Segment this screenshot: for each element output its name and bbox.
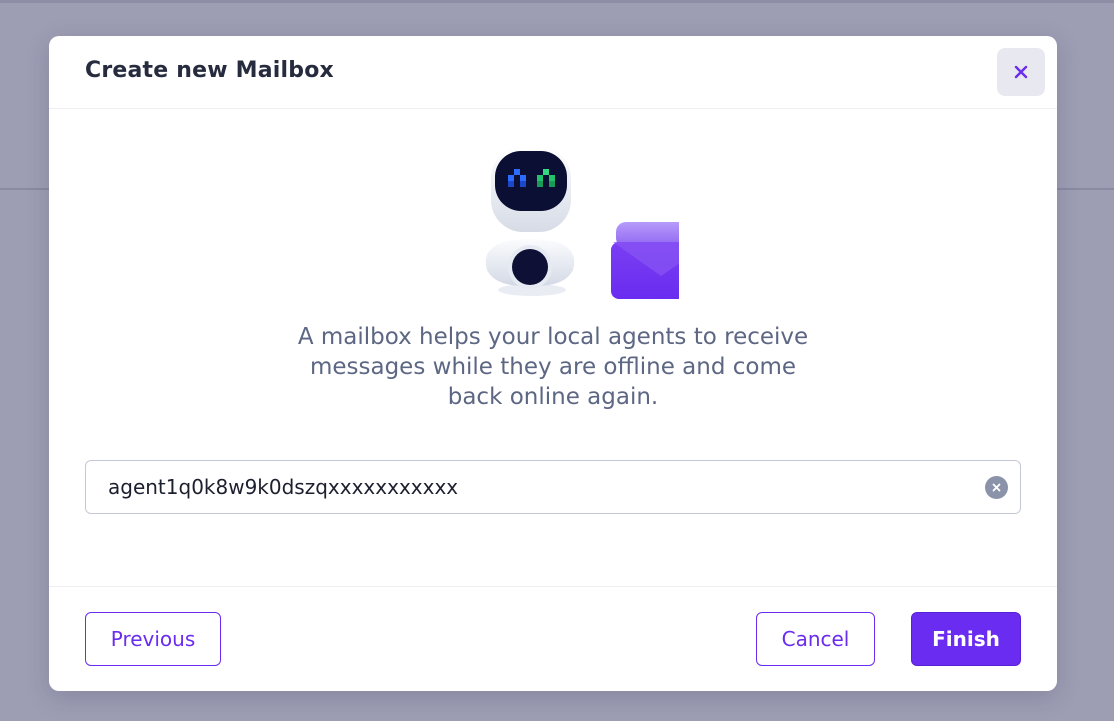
backdrop-top-bar — [0, 0, 1114, 3]
dialog-footer: Previous Cancel Finish — [49, 586, 1057, 691]
description-line-1: A mailbox helps your local agents to rec… — [297, 324, 809, 350]
description-line-3: back online again. — [447, 384, 659, 410]
dialog-header: Create new Mailbox — [49, 36, 1057, 109]
mailbox-description: A mailbox helps your local agents to rec… — [253, 322, 853, 412]
clear-icon — [992, 483, 1001, 492]
agent-address-input[interactable] — [108, 461, 968, 513]
finish-button[interactable]: Finish — [911, 612, 1021, 666]
previous-button[interactable]: Previous — [85, 612, 221, 666]
envelope-icon — [609, 210, 713, 314]
cancel-button[interactable]: Cancel — [756, 612, 875, 666]
mailbox-illustration — [429, 142, 713, 314]
dialog-title: Create new Mailbox — [85, 58, 334, 83]
close-button[interactable] — [997, 48, 1045, 96]
robot-icon — [485, 146, 575, 296]
description-line-2: messages while they are offline and come — [309, 354, 797, 380]
agent-address-field — [85, 460, 1021, 514]
clear-input-button[interactable] — [985, 476, 1008, 499]
close-icon — [1014, 65, 1028, 79]
create-mailbox-dialog: Create new Mailbox A mailbox helps your … — [49, 36, 1057, 691]
